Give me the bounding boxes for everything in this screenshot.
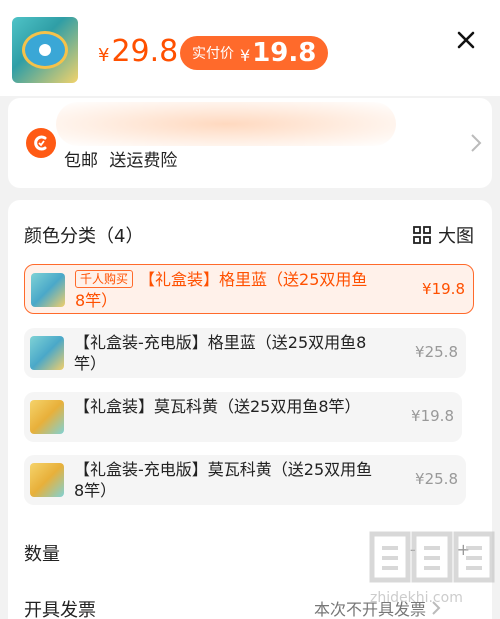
original-price: ¥29.8 — [98, 34, 179, 69]
invoice-label: 开具发票 — [24, 600, 96, 619]
site-watermark: zhidekhi.com — [364, 528, 500, 619]
popular-tag: 千人购买 — [75, 270, 134, 288]
color-category-title: 颜色分类（4） — [24, 226, 144, 247]
option-price: ¥25.8 — [415, 470, 458, 488]
option-thumbnail — [31, 273, 65, 307]
redacted-address-blur — [56, 102, 396, 146]
option-label: 【礼盒装-充电版】莫瓦科黄（送25双用鱼8竿） — [74, 460, 373, 500]
option-price: ¥19.8 — [411, 407, 454, 425]
chevron-right-icon[interactable] — [468, 132, 484, 154]
watermark-text: zhidekhi.com — [370, 590, 463, 606]
quantity-label: 数量 — [24, 544, 60, 565]
sku-option-4[interactable]: 【礼盒装-充电版】莫瓦科黄（送25双用鱼8竿） ¥25.8 — [24, 455, 466, 505]
option-price: ¥25.8 — [415, 343, 458, 361]
option-thumbnail — [30, 336, 64, 370]
fishing-toy-image — [22, 31, 68, 69]
shipping-services: 包邮 送运费险 — [64, 151, 178, 171]
shipping-icon — [26, 128, 56, 158]
shipping-card[interactable]: 包邮 送运费险 — [8, 98, 492, 188]
option-label: 【礼盒装-充电版】格里蓝（送25双用鱼8竿） — [74, 333, 367, 373]
option-thumbnail — [30, 463, 64, 497]
big-image-toggle[interactable]: 大图 — [412, 222, 474, 248]
actual-price-badge: 实付价 ¥19.8 — [180, 36, 329, 70]
close-icon[interactable] — [452, 26, 480, 54]
sku-option-3[interactable]: 【礼盒装】莫瓦科黄（送25双用鱼8竿） ¥19.8 — [24, 392, 462, 442]
sku-option-1[interactable]: 千人购买 【礼盒装】格里蓝（送25双用鱼8竿） ¥19.8 — [24, 264, 474, 314]
option-price: ¥19.8 — [422, 280, 465, 298]
sku-header: ¥29.8 实付价 ¥19.8 — [0, 0, 500, 96]
option-label: 【礼盒装】莫瓦科黄（送25双用鱼8竿） — [74, 397, 361, 416]
grid-icon — [413, 226, 431, 244]
sku-option-2[interactable]: 【礼盒装-充电版】格里蓝（送25双用鱼8竿） ¥25.8 — [24, 328, 466, 378]
product-thumbnail[interactable] — [12, 17, 78, 83]
option-thumbnail — [30, 400, 64, 434]
